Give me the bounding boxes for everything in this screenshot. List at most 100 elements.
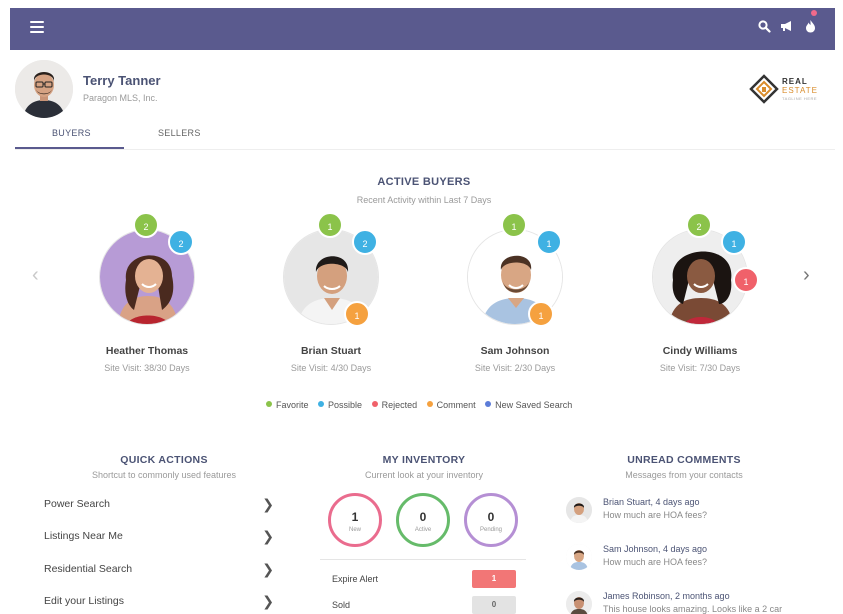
quick-actions-subtitle: Shortcut to commonly used features: [91, 470, 237, 480]
possible-count-badge: 2: [352, 229, 378, 255]
legend-label: Comment: [436, 400, 476, 410]
buyer-card-heather-thomas[interactable]: 2 2 Heather Thomas Site Visit: 38/30 Day…: [67, 212, 227, 382]
quick-action-label: Residential Search: [44, 563, 133, 575]
notification-icon[interactable]: [805, 19, 816, 33]
inventory-label: Pending: [479, 527, 503, 533]
carousel-prev-button[interactable]: ‹: [32, 264, 39, 287]
inventory-count: 0: [419, 510, 427, 524]
profile-organization: Paragon MLS, Inc.: [83, 93, 158, 103]
my-inventory-subtitle: Current look at your inventory: [364, 470, 484, 480]
comment-author: James Robinson, 2 months ago: [603, 591, 730, 601]
search-icon[interactable]: [758, 20, 771, 33]
brand-logo-icon: [749, 74, 779, 104]
buyer-name: Cindy Williams: [662, 345, 738, 357]
buyer-name: Brian Stuart: [300, 345, 362, 357]
comment-author: Sam Johnson, 4 days ago: [603, 544, 708, 554]
inventory-active-ring[interactable]: 0 Active: [396, 493, 450, 547]
tab-buyers[interactable]: BUYERS: [52, 128, 91, 138]
notification-badge: [811, 10, 817, 16]
legend-dot: [426, 401, 433, 407]
quick-action-listings-near-me[interactable]: Listings Near Me ❯: [44, 528, 276, 550]
possible-count-badge: 1: [536, 229, 562, 255]
active-buyers-subtitle: Recent Activity within Last 7 Days: [356, 195, 492, 205]
inventory-count: 0: [487, 510, 495, 524]
status-legend: Favorite Possible Rejected Comment New S…: [266, 400, 579, 410]
quick-action-residential-search[interactable]: Residential Search ❯: [44, 561, 276, 583]
legend-item-new-saved-search: New Saved Search: [485, 400, 572, 410]
legend-dot: [371, 401, 378, 407]
comment-message: This house looks amazing. Looks like a 2…: [603, 604, 783, 614]
comment-message: How much are HOA fees?: [603, 557, 708, 567]
favorite-count-badge: 1: [317, 212, 343, 238]
buyer-site-visits: Site Visit: 2/30 Days: [474, 363, 556, 373]
buyer-name: Sam Johnson: [480, 345, 550, 357]
tab-divider: [15, 149, 835, 150]
unread-comments-title: UNREAD COMMENTS: [627, 454, 741, 466]
legend-item-comment: Comment: [426, 400, 476, 410]
favorite-count-badge: 2: [133, 212, 159, 238]
comment-item[interactable]: Sam Johnson, 4 days ago How much are HOA…: [566, 544, 826, 580]
quick-action-label: Edit your Listings: [44, 595, 124, 607]
buyer-site-visits: Site Visit: 4/30 Days: [290, 363, 372, 373]
legend-dot: [485, 401, 492, 407]
expire-alert-count[interactable]: 1: [472, 570, 516, 588]
comment-item[interactable]: Brian Stuart, 4 days ago How much are HO…: [566, 497, 826, 533]
inventory-pending-ring[interactable]: 0 Pending: [464, 493, 518, 547]
top-navigation-bar: [10, 8, 835, 50]
buyer-site-visits: Site Visit: 38/30 Days: [104, 363, 190, 373]
sold-count[interactable]: 0: [472, 596, 516, 614]
quick-action-label: Listings Near Me: [44, 530, 123, 542]
inventory-new-ring[interactable]: 1 New: [328, 493, 382, 547]
tab-sellers[interactable]: SELLERS: [158, 128, 201, 138]
legend-item-rejected: Rejected: [371, 400, 417, 410]
brand-tagline: TAGLINE HERE: [782, 96, 818, 101]
profile-name: Terry Tanner: [83, 73, 161, 88]
chevron-right-icon: ❯: [262, 561, 274, 577]
carousel-next-button[interactable]: ›: [803, 264, 810, 287]
legend-dot: [318, 401, 325, 407]
buyer-card-brian-stuart[interactable]: 1 2 1 Brian Stuart Site Visit: 4/30 Days: [251, 212, 411, 382]
brand-name-line2: ESTATE: [782, 86, 818, 95]
expire-alert-label: Expire Alert: [332, 574, 379, 584]
avatar: [566, 591, 592, 614]
comment-message: How much are HOA fees?: [603, 510, 708, 520]
my-inventory-title: MY INVENTORY: [382, 454, 466, 466]
avatar: [566, 497, 592, 523]
comment-author: Brian Stuart, 4 days ago: [603, 497, 700, 507]
quick-action-label: Power Search: [44, 498, 110, 510]
buyer-card-sam-johnson[interactable]: 1 1 1 Sam Johnson Site Visit: 2/30 Days: [435, 212, 595, 382]
legend-label: New Saved Search: [495, 400, 573, 410]
legend-label: Possible: [328, 400, 363, 410]
rejected-count-badge: 1: [733, 267, 759, 293]
brand-name-line1: REAL: [782, 77, 808, 86]
sold-label: Sold: [332, 600, 351, 610]
quick-action-power-search[interactable]: Power Search ❯: [44, 496, 276, 518]
comment-item[interactable]: James Robinson, 2 months ago This house …: [566, 591, 826, 614]
quick-actions-title: QUICK ACTIONS: [120, 454, 208, 466]
possible-count-badge: 1: [721, 229, 747, 255]
chevron-right-icon: ❯: [262, 528, 274, 544]
inventory-label: New: [348, 527, 361, 533]
megaphone-icon[interactable]: [780, 20, 794, 32]
buyer-site-visits: Site Visit: 7/30 Days: [659, 363, 741, 373]
possible-count-badge: 2: [168, 229, 194, 255]
avatar[interactable]: [15, 60, 73, 118]
favorite-count-badge: 1: [501, 212, 527, 238]
comment-count-badge: 1: [528, 301, 554, 327]
legend-item-possible: Possible: [318, 400, 362, 410]
favorite-count-badge: 2: [686, 212, 712, 238]
chevron-right-icon: ❯: [262, 593, 274, 609]
inventory-divider: [320, 559, 526, 560]
avatar: [566, 544, 592, 570]
buyer-name: Heather Thomas: [105, 345, 189, 357]
chevron-right-icon: ❯: [262, 496, 274, 512]
legend-dot: [266, 401, 272, 407]
active-buyers-title: ACTIVE BUYERS: [377, 176, 471, 188]
menu-icon[interactable]: [30, 21, 44, 33]
comment-count-badge: 1: [344, 301, 370, 327]
buyer-card-cindy-williams[interactable]: 2 1 1 Cindy Williams Site Visit: 7/30 Da…: [620, 212, 780, 382]
quick-action-edit-your-listings[interactable]: Edit your Listings ❯: [44, 593, 276, 614]
legend-item-favorite: Favorite: [266, 400, 309, 410]
unread-comments-subtitle: Messages from your contacts: [625, 470, 743, 480]
inventory-count: 1: [351, 510, 359, 524]
